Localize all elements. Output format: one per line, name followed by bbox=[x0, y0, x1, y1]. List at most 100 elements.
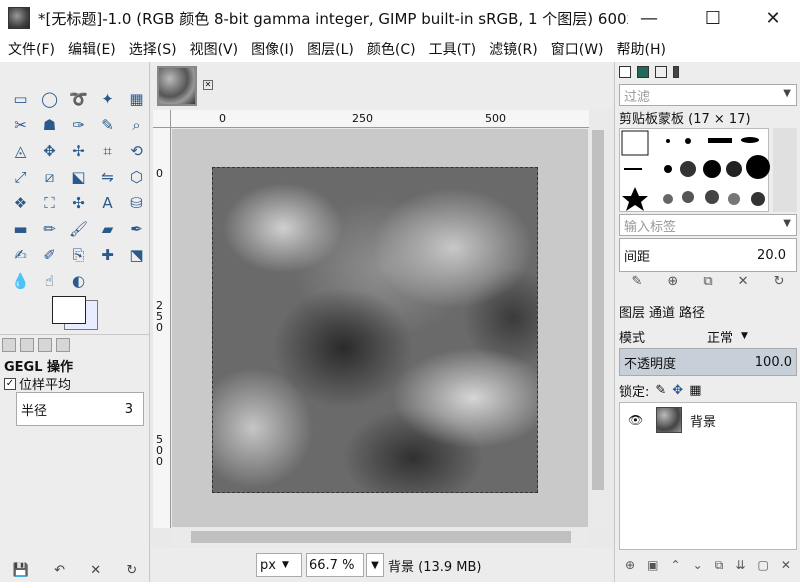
vertical-ruler[interactable]: 0 2 5 0 5 0 0 bbox=[153, 128, 171, 528]
mypaint-brush-icon[interactable]: ✐ bbox=[35, 242, 64, 268]
chevron-down-icon[interactable]: ▼ bbox=[741, 331, 748, 341]
lasso-icon[interactable]: ➰ bbox=[64, 86, 93, 112]
reset-options-icon[interactable]: ↻ bbox=[126, 563, 137, 578]
airbrush-icon[interactable]: ✒ bbox=[122, 216, 151, 242]
cage-icon[interactable]: ⬡ bbox=[122, 164, 151, 190]
brush-grid[interactable] bbox=[619, 128, 770, 213]
zoom-input[interactable]: 66.7 % bbox=[306, 553, 364, 577]
zoom-icon[interactable]: ⌕ bbox=[122, 112, 151, 138]
close-button[interactable]: ✕ bbox=[748, 0, 798, 36]
blur-icon[interactable]: 💧 bbox=[6, 268, 35, 294]
chevron-down-icon[interactable]: ▼ bbox=[783, 88, 791, 99]
paintbrush-icon[interactable]: 🖌 bbox=[64, 216, 93, 242]
pencil-icon[interactable]: ✏ bbox=[35, 216, 64, 242]
chevron-down-icon[interactable]: ▼ bbox=[783, 218, 791, 229]
tag-input[interactable]: 输入标签 ▼ bbox=[619, 214, 797, 236]
unified-transform-icon[interactable]: ⛶ bbox=[35, 190, 64, 216]
restore-options-icon[interactable]: ↶ bbox=[54, 563, 65, 578]
menu-colors[interactable]: 颜色(C) bbox=[367, 39, 416, 59]
eraser-icon[interactable]: ▰ bbox=[93, 216, 122, 242]
align-icon[interactable]: ✢ bbox=[64, 138, 93, 164]
menu-edit[interactable]: 编辑(E) bbox=[68, 39, 116, 59]
horizontal-scrollbar[interactable] bbox=[171, 528, 589, 546]
smudge-icon[interactable]: ☝ bbox=[35, 268, 64, 294]
rotate-icon[interactable]: ⟲ bbox=[122, 138, 151, 164]
maximize-button[interactable]: ☐ bbox=[688, 0, 738, 36]
menu-windows[interactable]: 窗口(W) bbox=[551, 39, 604, 59]
brush-previews[interactable] bbox=[620, 129, 770, 213]
lock-position-icon[interactable]: ✥ bbox=[672, 383, 683, 398]
layer-name[interactable]: 背景 bbox=[690, 411, 716, 430]
shear-icon[interactable]: ⧄ bbox=[35, 164, 64, 190]
images-tab[interactable] bbox=[56, 337, 70, 352]
brush-filter-input[interactable]: 过滤 ▼ bbox=[619, 84, 797, 106]
new-brush-icon[interactable]: ⊕ bbox=[667, 274, 678, 294]
minimize-button[interactable]: — bbox=[624, 0, 674, 36]
canvas[interactable] bbox=[172, 129, 588, 527]
blend-icon[interactable]: ▬ bbox=[6, 216, 35, 242]
image-content[interactable] bbox=[212, 167, 538, 493]
menu-layer[interactable]: 图层(L) bbox=[307, 39, 354, 59]
tab-layers[interactable]: 图层 bbox=[619, 302, 645, 321]
zoom-dropdown-icon[interactable]: ▼ bbox=[366, 553, 384, 577]
scissors-icon[interactable]: ✂ bbox=[6, 112, 35, 138]
perspective-clone-icon[interactable]: ⬔ bbox=[122, 242, 151, 268]
warp-icon[interactable]: ❖ bbox=[6, 190, 35, 216]
duplicate-brush-icon[interactable]: ⧉ bbox=[703, 274, 712, 294]
lock-alpha-icon[interactable]: ▦ bbox=[689, 383, 701, 398]
menu-tools[interactable]: 工具(T) bbox=[429, 39, 476, 59]
patterns-tab-icon[interactable] bbox=[673, 66, 679, 78]
menu-image[interactable]: 图像(I) bbox=[251, 39, 294, 59]
tab-channels[interactable]: 通道 bbox=[649, 302, 675, 321]
color-select-icon[interactable]: ▦ bbox=[122, 86, 151, 112]
merge-down-icon[interactable]: ⇊ bbox=[735, 558, 745, 580]
fg-bg-tab-icon[interactable] bbox=[619, 66, 631, 78]
text-icon[interactable]: A bbox=[93, 190, 122, 216]
foreground-color-swatch[interactable] bbox=[52, 296, 86, 324]
vertical-scrollbar-thumb[interactable] bbox=[592, 130, 604, 490]
crop-icon[interactable]: ⌗ bbox=[93, 138, 122, 164]
scale-icon[interactable]: ⤢ bbox=[6, 164, 35, 190]
ink-icon[interactable]: ✍ bbox=[6, 242, 35, 268]
image-tab-close-icon[interactable]: ✕ bbox=[203, 80, 213, 90]
edit-brush-icon[interactable]: ✎ bbox=[632, 274, 643, 294]
color-swatches[interactable] bbox=[50, 296, 100, 332]
horizontal-ruler[interactable]: 0 250 500 bbox=[171, 110, 589, 128]
tab-paths[interactable]: 路径 bbox=[679, 302, 705, 321]
delete-layer-icon[interactable]: ✕ bbox=[781, 558, 791, 580]
foreground-select-icon[interactable]: ☗ bbox=[35, 112, 64, 138]
layer-row[interactable]: 👁 背景 bbox=[620, 405, 796, 435]
ellipse-select-icon[interactable]: ◯ bbox=[35, 86, 64, 112]
opacity-slider[interactable]: 不透明度 100.0 bbox=[619, 348, 797, 376]
color-tab-icon[interactable] bbox=[637, 66, 649, 78]
measure-icon[interactable]: ◬ bbox=[6, 138, 35, 164]
lower-layer-icon[interactable]: ⌄ bbox=[693, 558, 703, 580]
clone-icon[interactable]: ⎘ bbox=[64, 242, 93, 268]
paths-icon[interactable]: ✑ bbox=[64, 112, 93, 138]
radius-spinner[interactable]: 半径 3 bbox=[16, 392, 144, 426]
vertical-scrollbar[interactable] bbox=[589, 110, 607, 528]
menu-filters[interactable]: 滤镜(R) bbox=[489, 39, 538, 59]
new-group-icon[interactable]: ▣ bbox=[647, 558, 658, 580]
move-icon[interactable]: ✥ bbox=[35, 138, 64, 164]
brush-scrollbar[interactable] bbox=[773, 128, 797, 212]
refresh-brushes-icon[interactable]: ↻ bbox=[774, 274, 785, 294]
rect-select-icon[interactable]: ▭ bbox=[6, 86, 35, 112]
flip-icon[interactable]: ⇋ bbox=[93, 164, 122, 190]
lock-pixels-icon[interactable]: ✎ bbox=[655, 383, 666, 398]
horizontal-scrollbar-thumb[interactable] bbox=[191, 531, 571, 543]
image-tab-thumbnail[interactable] bbox=[157, 66, 197, 106]
device-status-tab[interactable] bbox=[20, 337, 34, 352]
unit-select[interactable]: px ▼ bbox=[256, 553, 302, 577]
heal-icon[interactable]: ✚ bbox=[93, 242, 122, 268]
antialias-checkbox[interactable]: ✓ bbox=[4, 377, 16, 390]
perspective-icon[interactable]: ⬕ bbox=[64, 164, 93, 190]
undo-history-tab[interactable] bbox=[38, 337, 52, 352]
magic-wand-icon[interactable]: ✦ bbox=[93, 86, 122, 112]
menu-select[interactable]: 选择(S) bbox=[129, 39, 177, 59]
dodge-burn-icon[interactable]: ◐ bbox=[64, 268, 93, 294]
layer-mask-icon[interactable]: ▢ bbox=[757, 558, 768, 580]
menu-help[interactable]: 帮助(H) bbox=[617, 39, 666, 59]
new-layer-icon[interactable]: ⊕ bbox=[625, 558, 635, 580]
eye-icon[interactable]: 👁 bbox=[628, 413, 643, 427]
